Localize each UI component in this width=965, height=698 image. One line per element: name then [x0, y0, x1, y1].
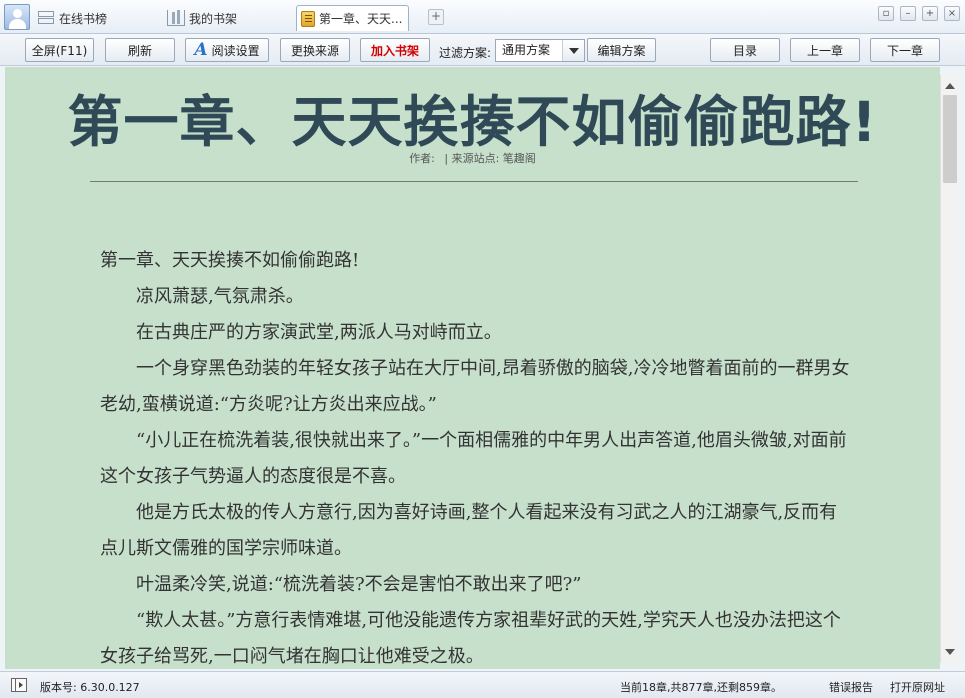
chapter-meta: 作者: | 来源站点: 笔趣阁 — [5, 150, 940, 166]
font-a-icon: A — [194, 40, 208, 60]
prev-chapter-button[interactable]: 上一章 — [790, 38, 860, 62]
toc-button[interactable]: 目录 — [710, 38, 780, 62]
toolbar: 全屏(F11) 刷新 A 阅读设置 更换来源 加入书架 过滤方案: 通用方案 编… — [0, 34, 965, 66]
paragraph: 他是方氏太极的传人方意行,因为喜好诗画,整个人看起来没有习武之人的江湖豪气,反而… — [100, 502, 838, 559]
paragraph: 在古典庄严的方家演武堂,两派人马对峙而立。 — [136, 322, 502, 343]
bookshelf-icon — [167, 10, 185, 26]
list-icon — [37, 10, 55, 26]
source-label: | 来源站点: 笔趣阁 — [444, 152, 536, 165]
chapter-content: 第一章、天天挨揍不如偷偷跑路! 凉风萧瑟,气氛肃杀。 在古典庄严的方家演武堂,两… — [100, 243, 855, 669]
avatar-head — [13, 9, 22, 18]
change-source-button[interactable]: 更换来源 — [280, 38, 350, 62]
chapter-title: 第一章、天天挨揍不如偷偷跑路! — [67, 90, 878, 154]
edit-scheme-button[interactable]: 编辑方案 — [587, 38, 656, 62]
tab-label: 在线书榜 — [59, 11, 108, 26]
book-icon — [301, 10, 315, 27]
reading-pane[interactable]: 第一章、天天挨揍不如偷偷跑路! 作者: | 来源站点: 笔趣阁 第一章、天天挨揍… — [5, 67, 940, 669]
fullscreen-button[interactable]: 全屏(F11) — [25, 38, 94, 62]
avatar-body — [9, 19, 26, 29]
filter-label: 过滤方案: — [439, 46, 492, 60]
refresh-button[interactable]: 刷新 — [105, 38, 175, 62]
scroll-up-arrow-icon[interactable] — [941, 77, 959, 94]
tab-my-bookshelf[interactable]: 我的书架 — [167, 6, 237, 30]
maximize-icon[interactable]: + — [922, 6, 938, 21]
plus-icon: + — [430, 9, 442, 23]
toggle-panel-icon[interactable] — [11, 678, 27, 692]
user-avatar[interactable] — [4, 4, 30, 30]
chapter-progress-text: 当前18章,共877章,还剩859章。 — [620, 681, 782, 694]
minimize-icon[interactable]: – — [900, 6, 916, 21]
scroll-down-arrow-icon[interactable] — [941, 643, 959, 660]
author-label: 作者: — [409, 152, 435, 165]
tab-online-rankings[interactable]: 在线书榜 — [37, 6, 107, 30]
paragraph: “小儿正在梳洗着装,很快就出来了。”一个面相儒雅的中年男人出声答道,他眉头微皱,… — [100, 430, 847, 487]
chevron-down-icon[interactable] — [562, 40, 584, 61]
restore-icon[interactable]: ▫ — [878, 6, 894, 21]
title-divider — [90, 181, 858, 182]
paragraph: 叶温柔冷笑,说道:“梳洗着装?不会是害怕不敢出来了吧?” — [136, 574, 582, 595]
filter-scheme-select[interactable]: 通用方案 — [495, 39, 585, 62]
reading-settings-label: 阅读设置 — [211, 43, 260, 58]
tab-current-chapter[interactable]: 第一章、天天... — [296, 5, 410, 31]
tab-bar: 在线书榜 我的书架 第一章、天天... + ▫ – + × — [0, 0, 965, 34]
version-text: 版本号: 6.30.0.127 — [40, 681, 140, 694]
open-source-url-link[interactable]: 打开原网址 — [890, 679, 945, 695]
close-icon[interactable]: × — [944, 6, 960, 21]
paragraph: 凉风萧瑟,气氛肃杀。 — [136, 286, 304, 307]
filter-selected-value: 通用方案 — [502, 43, 551, 57]
reading-settings-button[interactable]: A 阅读设置 — [185, 38, 269, 62]
next-chapter-button[interactable]: 下一章 — [870, 38, 940, 62]
vertical-scrollbar[interactable] — [940, 75, 958, 663]
new-tab-button[interactable]: + — [428, 9, 444, 25]
paragraph: 一个身穿黑色劲装的年轻女孩子站在大厅中间,昂着骄傲的脑袋,冷冷地瞥着面前的一群男… — [100, 358, 850, 415]
tab-label: 我的书架 — [189, 11, 238, 26]
report-error-link[interactable]: 错误报告 — [829, 679, 873, 695]
tab-label: 第一章、天天... — [319, 12, 403, 26]
add-to-shelf-button[interactable]: 加入书架 — [360, 38, 430, 62]
paragraph: 第一章、天天挨揍不如偷偷跑路! — [100, 250, 360, 271]
status-bar: 版本号: 6.30.0.127 当前18章,共877章,还剩859章。 错误报告… — [0, 671, 965, 698]
scrollbar-thumb[interactable] — [943, 95, 957, 183]
paragraph: “欺人太甚。”方意行表情难堪,可他没能遗传方家祖辈好武的天姓,学究天人也没办法把… — [100, 610, 841, 667]
